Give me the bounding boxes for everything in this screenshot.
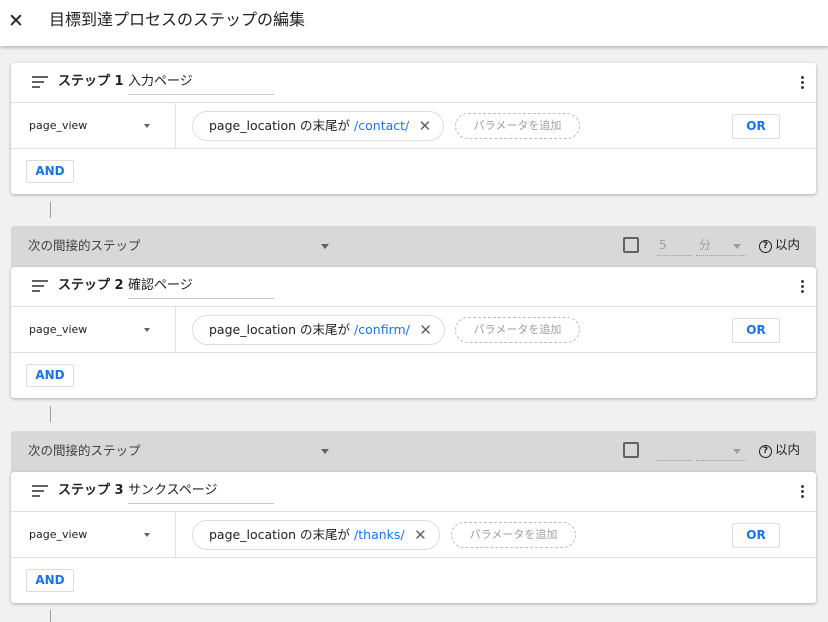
within-time-checkbox[interactable]: [623, 442, 639, 458]
more-vert-icon[interactable]: [798, 76, 806, 92]
arrow-drop-down-icon[interactable]: [321, 244, 329, 249]
within-time-input[interactable]: 5: [657, 236, 691, 256]
divider: [175, 512, 176, 557]
condition-row: page_view page_location の末尾が/thanks/ ✕ パ…: [11, 512, 816, 558]
and-button[interactable]: AND: [26, 569, 74, 592]
condition-text: page_location の末尾が: [209, 322, 351, 337]
or-button[interactable]: OR: [732, 318, 780, 343]
indirect-step-select[interactable]: 次の間接的ステップ: [28, 238, 141, 254]
more-vert-icon[interactable]: [798, 280, 806, 296]
drag-handle-icon[interactable]: [32, 76, 48, 88]
page-title: 目標到達プロセスのステップの編集: [49, 10, 306, 29]
step-label: ステップ 3: [58, 483, 124, 498]
step-card-3: ステップ 3 サンクスページ page_view page_location の…: [11, 472, 816, 603]
or-button[interactable]: OR: [732, 523, 780, 548]
step-label: ステップ 2: [58, 278, 124, 293]
help-icon[interactable]: ?: [759, 240, 772, 253]
and-button[interactable]: AND: [26, 160, 74, 183]
arrow-drop-down-icon[interactable]: [144, 124, 150, 128]
close-icon[interactable]: ✕: [419, 112, 432, 140]
within-time-checkbox[interactable]: [623, 237, 639, 253]
event-select[interactable]: page_view: [29, 119, 87, 133]
step-header: ステップ 1 入力ページ: [11, 63, 816, 103]
condition-value: /confirm/: [354, 322, 410, 337]
more-vert-icon[interactable]: [798, 485, 806, 501]
step-connector: [50, 406, 51, 422]
step-header: ステップ 2 確認ページ: [11, 267, 816, 307]
add-parameter-button[interactable]: パラメータを追加: [455, 113, 580, 139]
step-name-input[interactable]: サンクスページ: [128, 482, 274, 504]
step-name-input[interactable]: 入力ページ: [128, 73, 274, 95]
add-parameter-button[interactable]: パラメータを追加: [451, 522, 576, 548]
within-label: 以内: [775, 442, 801, 457]
step-card-1: ステップ 1 入力ページ page_view page_location の末尾…: [11, 63, 816, 194]
divider: [175, 103, 176, 148]
close-icon[interactable]: ✕: [6, 10, 26, 32]
condition-chip[interactable]: page_location の末尾が/contact/ ✕: [192, 111, 445, 141]
step-header: ステップ 3 サンクスページ: [11, 472, 816, 512]
top-bar: ✕ 目標到達プロセスのステップの編集: [0, 0, 828, 46]
step-connector: [50, 202, 51, 218]
step-name-input[interactable]: 確認ページ: [128, 277, 274, 299]
close-icon[interactable]: ✕: [419, 316, 432, 344]
condition-chip[interactable]: page_location の末尾が/thanks/ ✕: [192, 520, 440, 550]
within-label: 以内: [775, 237, 801, 252]
and-button[interactable]: AND: [26, 364, 74, 387]
within-time-input[interactable]: [657, 441, 691, 461]
condition-text: page_location の末尾が: [209, 527, 351, 542]
step-label: ステップ 1: [58, 74, 124, 89]
condition-value: /contact/: [354, 118, 410, 133]
add-parameter-button[interactable]: パラメータを追加: [455, 317, 580, 343]
condition-value: /thanks/: [354, 527, 405, 542]
step-card-2: ステップ 2 確認ページ page_view page_location の末尾…: [11, 267, 816, 398]
arrow-drop-down-icon[interactable]: [733, 449, 741, 454]
arrow-drop-down-icon[interactable]: [321, 449, 329, 454]
drag-handle-icon[interactable]: [32, 485, 48, 497]
condition-chip[interactable]: page_location の末尾が/confirm/ ✕: [192, 315, 445, 345]
event-select[interactable]: page_view: [29, 528, 87, 542]
indirect-step-select[interactable]: 次の間接的ステップ: [28, 443, 141, 459]
or-button[interactable]: OR: [732, 114, 780, 139]
condition-row: page_view page_location の末尾が/confirm/ ✕ …: [11, 307, 816, 353]
step-connector: [50, 610, 51, 622]
condition-row: page_view page_location の末尾が/contact/ ✕ …: [11, 103, 816, 149]
arrow-drop-down-icon[interactable]: [144, 533, 150, 537]
divider: [175, 307, 176, 352]
arrow-drop-down-icon[interactable]: [733, 244, 741, 249]
arrow-drop-down-icon[interactable]: [144, 328, 150, 332]
help-icon[interactable]: ?: [759, 445, 772, 458]
condition-text: page_location の末尾が: [209, 118, 351, 133]
event-select[interactable]: page_view: [29, 323, 87, 337]
close-icon[interactable]: ✕: [414, 521, 427, 549]
drag-handle-icon[interactable]: [32, 280, 48, 292]
